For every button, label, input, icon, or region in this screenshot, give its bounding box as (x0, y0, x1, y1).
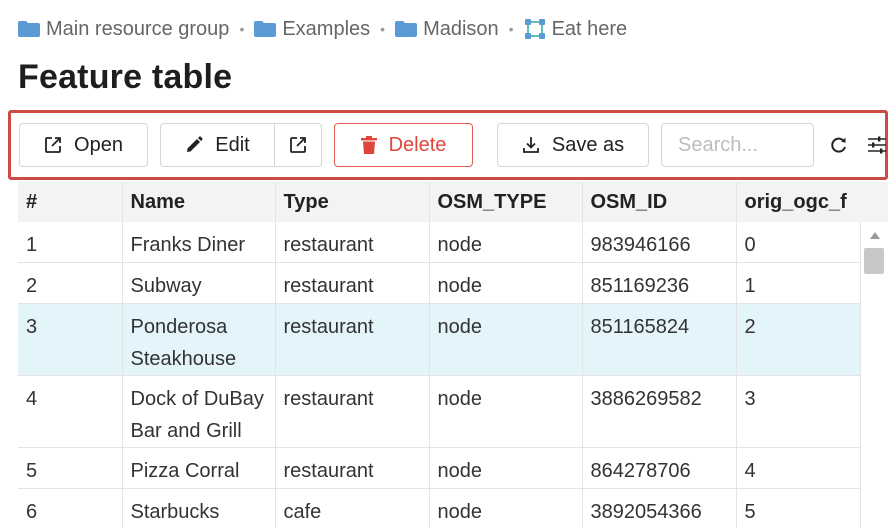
cell-osm-type: node (429, 447, 583, 489)
scroll-up-arrow-icon[interactable] (870, 232, 880, 239)
cell-osm-id: 983946166 (582, 222, 737, 263)
cell-type: restaurant (275, 375, 430, 448)
table-row[interactable]: 2 Subway restaurant node 851169236 1 (18, 262, 861, 304)
cell-name: Subway (122, 262, 276, 304)
vector-layer-icon (524, 19, 545, 39)
cell-number: 1 (18, 222, 123, 263)
cell-osm-type: node (429, 222, 583, 263)
column-settings-button[interactable] (863, 131, 891, 159)
breadcrumb-eat-here[interactable]: Eat here (524, 17, 628, 41)
cell-osm-type: node (429, 262, 583, 304)
cell-number: 5 (18, 447, 123, 489)
cell-type: restaurant (275, 222, 430, 263)
cell-osm-type: node (429, 375, 583, 448)
cell-orig-ogc-f: 4 (736, 447, 861, 489)
cell-orig-ogc-f: 2 (736, 303, 861, 376)
folder-icon (18, 21, 40, 37)
cell-number: 6 (18, 488, 123, 528)
cell-number: 4 (18, 375, 123, 448)
breadcrumb-label: Main resource group (46, 17, 230, 40)
table-row[interactable]: 6 Starbucks cafe node 3892054366 5 (18, 488, 861, 528)
refresh-icon (831, 137, 846, 153)
breadcrumb: Main resource group • Examples • Madison… (18, 14, 627, 44)
cell-orig-ogc-f: 5 (736, 488, 861, 528)
header-filler (860, 182, 888, 222)
cell-type: cafe (275, 488, 430, 528)
save-as-label: Save as (551, 133, 625, 156)
column-header-type[interactable]: Type (275, 182, 430, 222)
breadcrumb-separator: • (380, 21, 386, 37)
delete-label: Delete (388, 133, 447, 156)
cell-orig-ogc-f: 1 (736, 262, 861, 304)
open-button[interactable]: Open (19, 123, 148, 167)
toolbar: Open Edit Delete Save as (8, 110, 888, 180)
vertical-scrollbar[interactable] (864, 226, 886, 528)
cell-name: Franks Diner (122, 222, 276, 263)
cell-osm-type: node (429, 303, 583, 376)
column-header-osm-id[interactable]: OSM_ID (582, 182, 737, 222)
cell-osm-id: 3892054366 (582, 488, 737, 528)
cell-osm-id: 851165824 (582, 303, 737, 376)
search-input[interactable] (661, 123, 814, 167)
breadcrumb-separator: • (239, 21, 245, 37)
cell-osm-id: 3886269582 (582, 375, 737, 448)
column-header-number[interactable]: # (18, 182, 123, 222)
table-row[interactable]: 5 Pizza Corral restaurant node 864278706… (18, 447, 861, 489)
cell-name: Ponderosa Steakhouse (122, 303, 276, 376)
cell-name: Pizza Corral (122, 447, 276, 489)
cell-name: Starbucks (122, 488, 276, 528)
breadcrumb-label: Eat here (551, 17, 628, 40)
cell-number: 2 (18, 262, 123, 304)
column-header-osm-type[interactable]: OSM_TYPE (429, 182, 583, 222)
breadcrumb-label: Examples (282, 17, 371, 40)
column-header-orig-ogc-f[interactable]: orig_ogc_f (736, 182, 861, 222)
feature-table: # Name Type OSM_TYPE OSM_ID orig_ogc_f 1… (18, 182, 888, 528)
table-row-selected[interactable]: 3 Ponderosa Steakhouse restaurant node 8… (18, 303, 861, 376)
open-label: Open (74, 133, 123, 156)
folder-icon (254, 21, 277, 37)
breadcrumb-main-resource-group[interactable]: Main resource group (18, 18, 229, 41)
cell-osm-id: 851169236 (582, 262, 737, 304)
breadcrumb-separator: • (508, 21, 514, 37)
cell-orig-ogc-f: 3 (736, 375, 861, 448)
cell-number: 3 (18, 303, 123, 376)
cell-type: restaurant (275, 447, 430, 489)
cell-osm-type: node (429, 488, 583, 528)
cell-name: Dock of DuBay Bar and Grill (122, 375, 276, 448)
scroll-thumb[interactable] (864, 248, 884, 274)
edit-button-group: Edit (160, 123, 322, 167)
edit-in-new-tab-button[interactable] (275, 124, 321, 166)
breadcrumb-madison[interactable]: Madison (395, 18, 499, 41)
table-header-row: # Name Type OSM_TYPE OSM_ID orig_ogc_f (18, 182, 861, 222)
save-as-button[interactable]: Save as (497, 123, 649, 167)
folder-icon (395, 21, 418, 37)
cell-type: restaurant (275, 303, 430, 376)
table: # Name Type OSM_TYPE OSM_ID orig_ogc_f 1… (18, 182, 861, 528)
breadcrumb-examples[interactable]: Examples (254, 18, 370, 41)
pencil-icon (187, 136, 203, 152)
column-header-name[interactable]: Name (122, 182, 276, 222)
sliders-icon (868, 136, 886, 154)
breadcrumb-label: Madison (423, 17, 499, 40)
page-title: Feature table (18, 58, 233, 96)
cell-osm-id: 864278706 (582, 447, 737, 489)
cell-type: restaurant (275, 262, 430, 304)
open-external-icon (290, 137, 306, 153)
edit-button[interactable]: Edit (161, 124, 275, 166)
refresh-button[interactable] (825, 131, 853, 159)
table-row[interactable]: 1 Franks Diner restaurant node 983946166… (18, 222, 861, 263)
open-external-icon (45, 137, 61, 153)
table-row[interactable]: 4 Dock of DuBay Bar and Grill restaurant… (18, 375, 861, 448)
cell-orig-ogc-f: 0 (736, 222, 861, 263)
trash-icon (360, 136, 377, 154)
edit-label: Edit (215, 133, 250, 156)
delete-button[interactable]: Delete (334, 123, 473, 167)
download-icon (522, 137, 539, 153)
